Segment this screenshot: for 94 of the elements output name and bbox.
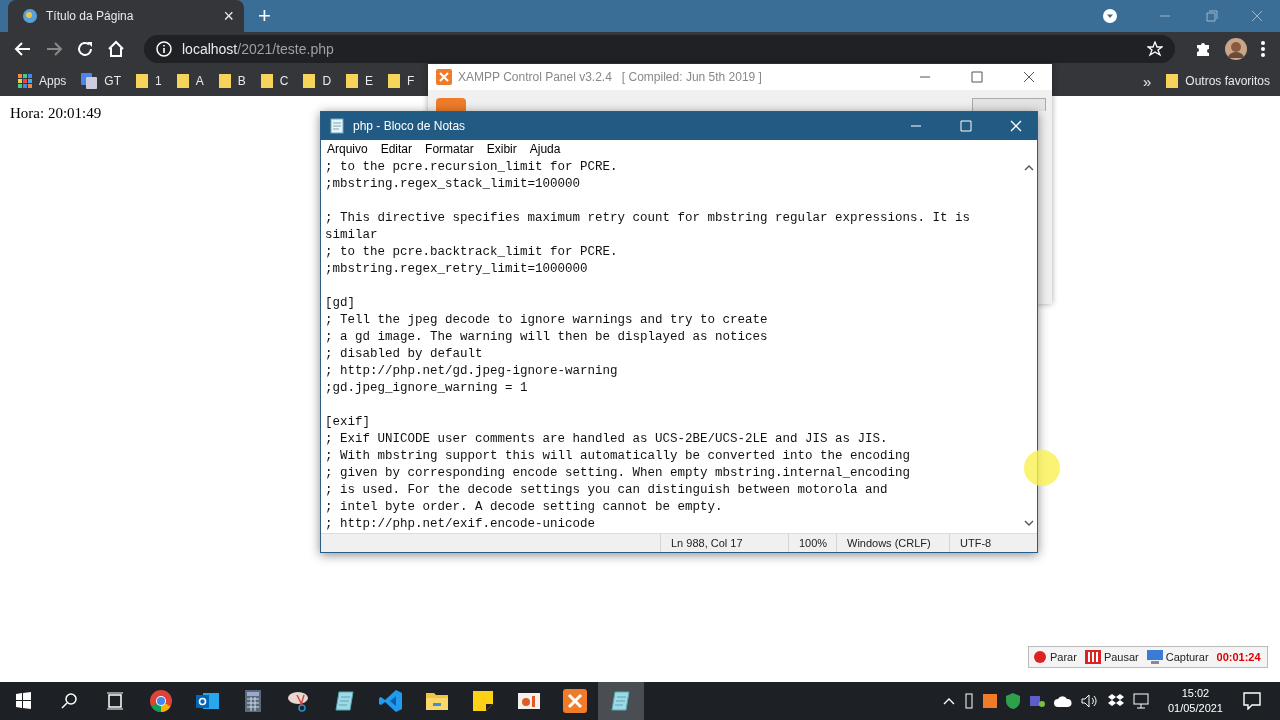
bookmark[interactable]: F: [384, 69, 415, 93]
menu-item[interactable]: Ajuda: [529, 142, 561, 156]
pause-icon: [1084, 650, 1101, 664]
status-text: Windows (CRLF): [836, 534, 949, 552]
tab-title: Título da Página: [46, 9, 135, 23]
cloud-icon[interactable]: [1053, 695, 1072, 707]
more-bookmarks-button[interactable]: »: [1138, 69, 1152, 93]
bookmark[interactable]: B: [214, 69, 246, 93]
code-line: ; to the pcre.recursion_limit for PCRE.: [325, 159, 619, 176]
folder-icon: [260, 73, 273, 89]
code-line: ; given by corresponding encode setting. When empty mbstring.internal_encoding: [325, 465, 912, 482]
back-icon[interactable]: [14, 40, 32, 58]
bookmark[interactable]: Apps: [14, 69, 67, 93]
bookmark[interactable]: GT: [77, 69, 122, 93]
chevron-up-icon[interactable]: [942, 697, 955, 705]
info-icon: [156, 41, 172, 57]
code-line: ; intel byte order. A decode setting cannot be empty.: [325, 499, 724, 516]
star-icon[interactable]: [1147, 41, 1163, 57]
sticky-note-icon: [471, 689, 495, 713]
code-line: ; Tell the jpeg decode to ignore warnings and try to create: [325, 312, 769, 329]
code-line: ; to the pcre.backtrack_limit for PCRE.: [325, 244, 619, 261]
notepad-icon: [329, 118, 345, 134]
menu-item[interactable]: Exibir: [486, 142, 517, 156]
translate-icon: [81, 73, 98, 89]
network-icon[interactable]: [1132, 693, 1149, 709]
code-line: [exif]: [325, 414, 371, 431]
notepad-icon: [609, 689, 633, 713]
code-line: ; is used. For the decode settings you can distinguish between motorola and: [325, 482, 889, 499]
bookmark[interactable]: C: [256, 69, 289, 93]
tab-search-icon[interactable]: [1102, 8, 1118, 24]
code-line: ; disabled by default: [325, 346, 484, 363]
home-icon[interactable]: [107, 40, 125, 58]
code-line: ; Exif UNICODE user comments are handled as UCS-2BE/UCS-2LE and JIS as JIS.: [325, 431, 889, 448]
reload-icon[interactable]: [76, 40, 94, 58]
new-tab-button[interactable]: +: [258, 3, 271, 29]
bookmark[interactable]: D: [299, 69, 332, 93]
window-title: php - Bloco de Notas: [353, 119, 466, 133]
bookmark[interactable]: A: [172, 69, 204, 93]
folder-icon: [136, 73, 149, 89]
status-text: UTF-8: [949, 534, 1037, 552]
puzzle-icon[interactable]: [1194, 40, 1212, 58]
status-text: Ln 988, Col 17: [660, 534, 788, 552]
bookmark[interactable]: E: [342, 69, 374, 93]
window-title: XAMPP Control Panel v3.2.4 [ Compiled: Jun 5th 2019 ]: [458, 70, 762, 84]
close-tab-button[interactable]: ×: [223, 5, 234, 27]
scroll-down-icon[interactable]: [1024, 519, 1034, 527]
monitor-icon: [1146, 650, 1163, 664]
shield-icon[interactable]: [1005, 693, 1020, 709]
menu-item[interactable]: Formatar: [425, 142, 474, 156]
recorder-button[interactable]: Parar: [1033, 650, 1077, 664]
clock-date[interactable]: 01/05/2021: [1167, 701, 1223, 716]
bookmark-folder[interactable]: Outros favoritos: [1162, 69, 1270, 93]
code-line: ; http://php.net/gd.jpeg-ignore-warning: [325, 363, 619, 380]
folder-icon: [388, 73, 401, 89]
code-line: ; a gd image. The warning will then be displayed as notices: [325, 329, 769, 346]
avatar-icon[interactable]: [1225, 38, 1247, 60]
code-line: ; http://php.net/exif.encode-unicode: [325, 516, 597, 533]
folder-icon: [1166, 73, 1179, 89]
folder-icon: [346, 73, 359, 89]
folder-icon: [176, 73, 189, 89]
recorder-button[interactable]: Pausar: [1084, 650, 1139, 664]
status-text: 100%: [788, 534, 836, 552]
code-editor-icon: [379, 689, 403, 713]
browser-tab[interactable]: Título da Página ×: [8, 0, 244, 32]
code-line: ;mbstring.regex_stack_limit=100000: [325, 176, 582, 193]
address-bar[interactable]: localhost/2021/teste.php: [144, 35, 1175, 63]
time-text: Hora: 20:01:49: [10, 105, 102, 121]
forward-icon[interactable]: [45, 40, 63, 58]
record-dot-icon: [1033, 650, 1047, 664]
scroll-up-icon[interactable]: [1024, 164, 1034, 172]
menu-item[interactable]: Editar: [380, 142, 413, 156]
code-line: ; This directive specifies maximum retry count for mbstring regular expressions. It is: [325, 210, 972, 227]
bookmark[interactable]: 1: [132, 69, 162, 93]
speaker-icon[interactable]: [1080, 694, 1099, 708]
code-line: [gd]: [325, 295, 356, 312]
code-line: similar: [325, 227, 379, 244]
menu-icon[interactable]: [1260, 40, 1266, 58]
scissors-icon: [287, 689, 311, 713]
url-text: localhost/2021/teste.php: [182, 41, 334, 57]
notification-icon[interactable]: [1242, 692, 1262, 710]
clock-time[interactable]: 15:02: [1181, 686, 1210, 701]
cursor-highlight: [1024, 450, 1060, 486]
apps-grid-icon: [18, 74, 32, 88]
notepad-icon: [333, 689, 357, 713]
code-line: ;mbstring.regex_retry_limit=1000000: [325, 261, 589, 278]
folder-icon: [218, 73, 231, 89]
folder-icon: [303, 73, 316, 89]
menu-item[interactable]: Arquivo: [327, 142, 368, 156]
code-line: ; With mbstring support this will automatically be converted into the encoding: [325, 448, 912, 465]
code-line: ;gd.jpeg_ignore_warning = 1: [325, 380, 529, 397]
chrome-icon: [149, 689, 173, 713]
recorder-button[interactable]: Capturar: [1146, 650, 1209, 664]
globe-icon: [22, 8, 38, 24]
recording-timer: 00:01:24: [1216, 651, 1261, 663]
